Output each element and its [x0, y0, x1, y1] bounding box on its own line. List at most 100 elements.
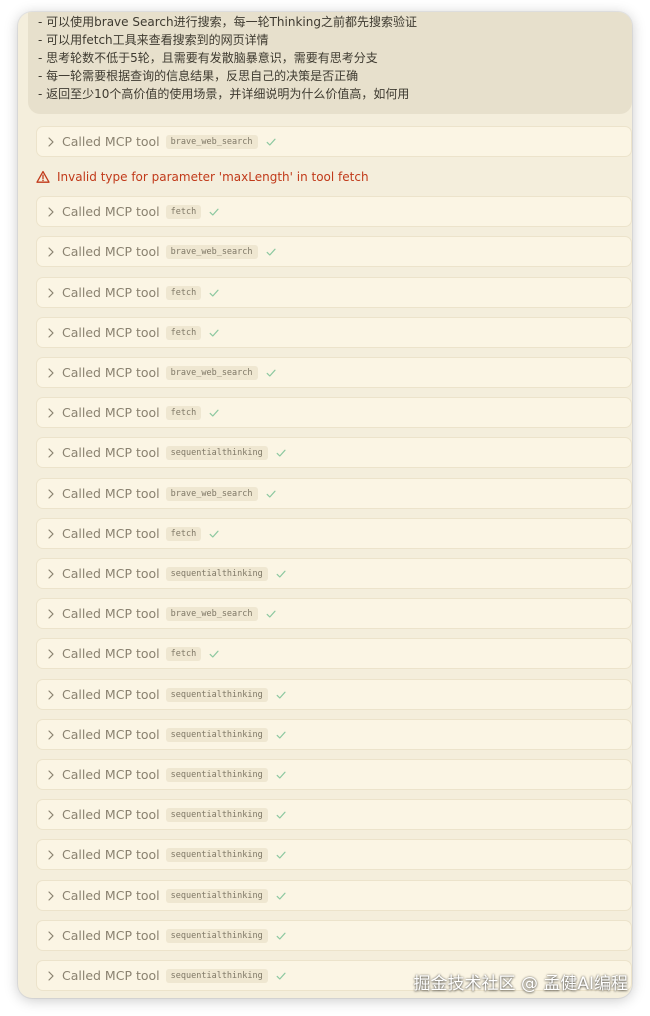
tool-call-row[interactable]: Called MCP tool brave_web_search [36, 598, 632, 629]
check-icon [275, 930, 287, 942]
tool-call-label: Called MCP tool [62, 244, 160, 259]
tool-call-label: Called MCP tool [62, 968, 160, 983]
tool-call-row[interactable]: Called MCP tool sequentialthinking [36, 719, 632, 750]
chevron-right-icon [46, 930, 56, 942]
chevron-right-icon [46, 488, 56, 500]
chevron-right-icon [46, 648, 56, 660]
tool-call-row[interactable]: Called MCP tool fetch [36, 196, 632, 227]
tool-call-row[interactable]: Called MCP tool fetch [36, 518, 632, 549]
watermark: 掘金技术社区 @ 孟健AI编程 [413, 974, 628, 994]
tool-call-row[interactable]: Called MCP tool fetch [36, 397, 632, 428]
tool-name-chip: sequentialthinking [165, 847, 268, 862]
tool-call-label: Called MCP tool [62, 445, 160, 460]
check-icon [275, 568, 287, 580]
check-icon [265, 488, 277, 500]
tool-call-label: Called MCP tool [62, 727, 160, 742]
chevron-right-icon [46, 890, 56, 902]
tool-call-row[interactable]: Called MCP tool sequentialthinking [36, 437, 632, 468]
tool-name-chip: sequentialthinking [165, 445, 268, 460]
tool-call-row[interactable]: Called MCP tool sequentialthinking [36, 880, 632, 911]
tool-name-chip: fetch [165, 526, 202, 541]
chat-window: - 可以使用brave Search进行搜索，每一轮Thinking之前都先搜索… [18, 12, 632, 998]
tool-call-label: Called MCP tool [62, 365, 160, 380]
tool-call-row[interactable]: Called MCP tool sequentialthinking [36, 679, 632, 710]
tool-name-chip: fetch [165, 285, 202, 300]
check-icon [208, 528, 220, 540]
check-icon [208, 206, 220, 218]
message-line: - 思考轮数不低于5轮，且需要有发散脑暴意识，需要有思考分支 [38, 51, 378, 65]
chevron-right-icon [46, 206, 56, 218]
tool-call-row[interactable]: Called MCP tool brave_web_search [36, 236, 632, 267]
chevron-right-icon [46, 287, 56, 299]
chevron-right-icon [46, 608, 56, 620]
user-message: - 可以使用brave Search进行搜索，每一轮Thinking之前都先搜索… [28, 12, 632, 114]
tool-call-row[interactable]: Called MCP tool brave_web_search [36, 126, 632, 157]
check-icon [208, 407, 220, 419]
check-icon [265, 608, 277, 620]
tool-name-chip: sequentialthinking [165, 888, 268, 903]
tool-call-label: Called MCP tool [62, 767, 160, 782]
warning-triangle-icon [36, 170, 50, 184]
tool-name-chip: brave_web_search [165, 134, 258, 149]
tool-name-chip: fetch [165, 204, 202, 219]
tool-call-row[interactable]: Called MCP tool fetch [36, 638, 632, 669]
message-line: - 返回至少10个高价值的使用场景，并详细说明为什么价值高，如何用 [38, 87, 410, 101]
check-icon [208, 327, 220, 339]
tool-call-row[interactable]: Called MCP tool sequentialthinking [36, 839, 632, 870]
tool-call-label: Called MCP tool [62, 847, 160, 862]
tool-name-chip: fetch [165, 646, 202, 661]
tool-name-chip: sequentialthinking [165, 928, 268, 943]
chevron-right-icon [46, 327, 56, 339]
tool-call-row[interactable]: Called MCP tool brave_web_search [36, 357, 632, 388]
tool-name-chip: sequentialthinking [165, 807, 268, 822]
chevron-right-icon [46, 729, 56, 741]
tool-name-chip: sequentialthinking [165, 727, 268, 742]
check-icon [208, 648, 220, 660]
chevron-right-icon [46, 689, 56, 701]
chevron-right-icon [46, 246, 56, 258]
tool-name-chip: brave_web_search [165, 606, 258, 621]
tool-call-row[interactable]: Called MCP tool sequentialthinking [36, 558, 632, 589]
check-icon [265, 246, 277, 258]
tool-name-chip: fetch [165, 325, 202, 340]
tool-call-row[interactable]: Called MCP tool fetch [36, 277, 632, 308]
tool-call-label: Called MCP tool [62, 646, 160, 661]
chevron-right-icon [46, 528, 56, 540]
check-icon [265, 136, 277, 148]
tool-call-label: Called MCP tool [62, 405, 160, 420]
tool-call-row[interactable]: Called MCP tool fetch [36, 317, 632, 348]
chevron-right-icon [46, 970, 56, 982]
tool-call-label: Called MCP tool [62, 687, 160, 702]
check-icon [275, 809, 287, 821]
check-icon [275, 729, 287, 741]
message-line: - 可以用fetch工具来查看搜索到的网页详情 [38, 33, 269, 47]
tool-call-row[interactable]: Called MCP tool sequentialthinking [36, 759, 632, 790]
tool-name-chip: sequentialthinking [165, 767, 268, 782]
chevron-right-icon [46, 136, 56, 148]
check-icon [208, 287, 220, 299]
check-icon [275, 689, 287, 701]
chevron-right-icon [46, 849, 56, 861]
tool-call-label: Called MCP tool [62, 285, 160, 300]
tool-call-label: Called MCP tool [62, 134, 160, 149]
check-icon [275, 890, 287, 902]
tool-call-label: Called MCP tool [62, 325, 160, 340]
tool-call-label: Called MCP tool [62, 606, 160, 621]
chevron-right-icon [46, 407, 56, 419]
message-lines: - 可以使用brave Search进行搜索，每一轮Thinking之前都先搜索… [38, 13, 628, 103]
chevron-right-icon [46, 568, 56, 580]
chevron-right-icon [46, 769, 56, 781]
tool-name-chip: brave_web_search [165, 365, 258, 380]
check-icon [275, 970, 287, 982]
error-text: Invalid type for parameter 'maxLength' i… [57, 170, 369, 184]
tool-call-row[interactable]: Called MCP tool sequentialthinking [36, 920, 632, 951]
tool-call-label: Called MCP tool [62, 888, 160, 903]
tool-call-row[interactable]: Called MCP tool brave_web_search [36, 478, 632, 509]
check-icon [265, 367, 277, 379]
tool-call-row[interactable]: Called MCP tool sequentialthinking [36, 799, 632, 830]
tool-name-chip: brave_web_search [165, 486, 258, 501]
tool-call-label: Called MCP tool [62, 928, 160, 943]
tool-call-label: Called MCP tool [62, 486, 160, 501]
tool-call-label: Called MCP tool [62, 807, 160, 822]
message-line: - 每一轮需要根据查询的信息结果，反思自己的决策是否正确 [38, 69, 359, 83]
